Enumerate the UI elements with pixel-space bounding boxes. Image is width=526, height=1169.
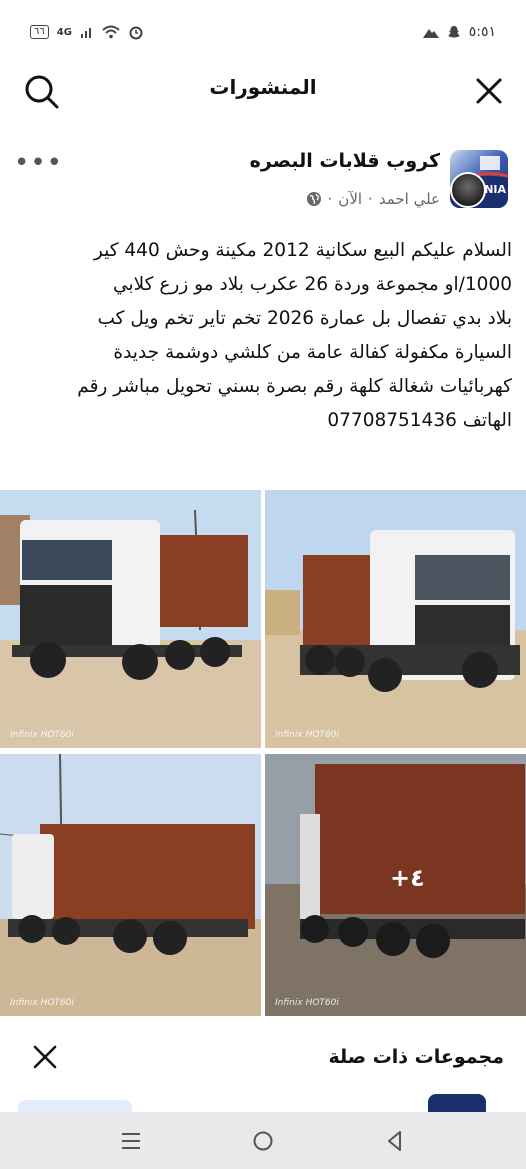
status-left: ٦٦ 4G [30,24,144,40]
more-photos-count[interactable]: +٤ [390,864,425,892]
system-nav-bar [0,1112,526,1169]
post-meta: علي احمد · الآن · [306,190,440,208]
author-avatar[interactable] [450,172,486,208]
post-header: ••• كروب قلابات البصره علي احمد · الآن ·… [0,138,526,228]
post-time[interactable]: الآن [338,190,362,208]
page-title: المنشورات [209,75,317,99]
network-label: 4G [56,26,72,38]
signal-icon [80,28,91,38]
battery-icon: ٦٦ [30,25,49,39]
group-name-link[interactable]: كروب قلابات البصره [250,150,440,172]
status-right: ٥:٥١ [422,24,496,40]
close-icon[interactable] [472,74,506,108]
post-line: السلام عليكم البيع سكانية 2012 مكينة وحش… [93,240,512,261]
photo-watermark: Infinix HOT60i [275,730,339,740]
wifi-icon [102,25,120,39]
author-name[interactable]: علي احمد [379,190,440,208]
related-group-avatar[interactable] [428,1094,486,1114]
post-body: السلام عليكم البيع سكانية 2012 مكينة وحش… [14,234,512,438]
mountain-icon [422,29,439,38]
truck-photo [0,754,261,1016]
post-line: السيارة مكفولة كفالة عامة من كلشي دوشمة … [113,342,512,363]
post-line: بلاد بدي تفصال بل عمارة 2026 تخم تاير تخ… [97,308,512,329]
photo-watermark: Infinix HOT60i [275,998,339,1008]
group-avatar-label: NIA [484,183,506,196]
post-photo-2[interactable]: Infinix HOT60i [265,490,526,748]
related-groups-title: مجموعات ذات صلة [328,1046,504,1068]
photo-watermark: Infinix HOT60i [10,998,74,1008]
post-line[interactable]: الهاتف 07708751436 [14,404,512,438]
meta-separator: · [368,190,373,208]
post-line: 1000/او مجموعة وردة 26 عكرب بلاد مو زرع … [113,274,512,295]
photo-grid: Infinix HOT60i Infinix HOT60i Infinix HO… [0,490,526,1018]
meta-separator: · [327,190,333,208]
post-photo-1[interactable]: Infinix HOT60i [0,490,261,748]
back-icon[interactable] [382,1128,408,1154]
recent-apps-icon[interactable] [118,1128,144,1154]
snapchat-icon [447,26,460,38]
top-bar: المنشورات [0,70,526,132]
truck-photo [0,490,261,748]
status-bar: ٦٦ 4G ٥:٥١ [0,0,526,70]
clock-time: ٥:٥١ [468,24,496,40]
photo-watermark: Infinix HOT60i [10,730,74,740]
globe-icon [306,192,321,206]
home-icon[interactable] [250,1128,276,1154]
post-photo-4[interactable]: +٤ Infinix HOT60i [265,754,526,1016]
truck-photo [265,490,526,748]
close-icon[interactable] [30,1042,60,1072]
post-line: كهربائيات شغالة كلهة رقم بصرة بسني تحويل… [77,376,512,397]
post-photo-3[interactable]: Infinix HOT60i [0,754,261,1016]
more-options-icon[interactable]: ••• [14,148,63,178]
alarm-icon [129,26,143,40]
